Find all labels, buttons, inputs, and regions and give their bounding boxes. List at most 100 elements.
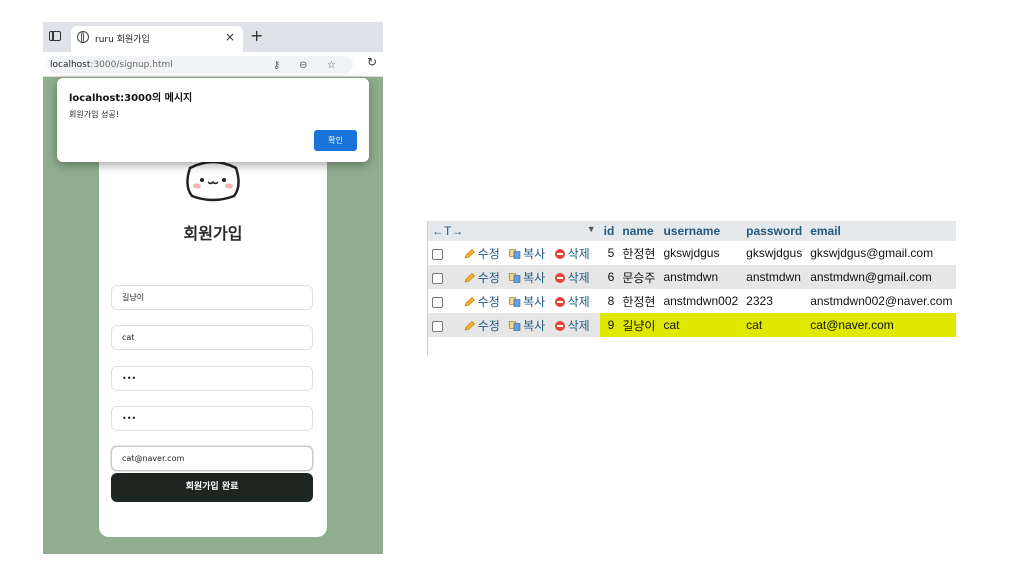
column-header-email[interactable]: email bbox=[806, 221, 957, 241]
edit-link[interactable]: 수정 bbox=[464, 271, 500, 285]
row-actions-cell: 수정 복사 삭제 bbox=[428, 289, 600, 313]
delete-icon bbox=[554, 297, 565, 308]
edit-label: 수정 bbox=[477, 270, 500, 285]
delete-label: 삭제 bbox=[567, 246, 590, 261]
column-toggle-header[interactable]: ←T→ ▼ bbox=[428, 221, 600, 241]
cell-password: cat bbox=[742, 313, 807, 337]
copy-label: 복사 bbox=[523, 246, 546, 261]
copy-icon bbox=[509, 297, 521, 308]
cell-id: 5 bbox=[599, 241, 619, 265]
row-actions-cell: 수정 복사 삭제 bbox=[428, 265, 600, 289]
url-host: localhost bbox=[50, 60, 91, 70]
signup-title: 회원가입 bbox=[183, 224, 243, 243]
cell-password: gkswjdgus bbox=[742, 241, 807, 265]
delete-link[interactable]: 삭제 bbox=[554, 270, 590, 285]
row-checkbox[interactable] bbox=[432, 296, 443, 308]
username-field[interactable]: cat bbox=[111, 325, 313, 350]
copy-link[interactable]: 복사 bbox=[509, 295, 545, 309]
alert-message: 회원가입 성공! bbox=[69, 110, 119, 119]
delete-link[interactable]: 삭제 bbox=[554, 294, 590, 309]
copy-icon bbox=[509, 273, 521, 284]
cell-username: anstmdwn bbox=[659, 265, 743, 289]
mascot-icon bbox=[186, 162, 240, 202]
cell-password: anstmdwn bbox=[742, 265, 807, 289]
signup-submit-button[interactable]: 회원가입 완료 bbox=[111, 473, 313, 502]
cell-password: 2323 bbox=[742, 289, 807, 313]
row-checkbox[interactable] bbox=[432, 248, 443, 260]
delete-label: 삭제 bbox=[567, 318, 590, 333]
delete-link[interactable]: 삭제 bbox=[554, 318, 590, 333]
tab-close-button[interactable]: × bbox=[225, 30, 235, 44]
address-bar: localhost:3000/signup.html ⚷ ⊖ ☆ ↻ bbox=[43, 52, 383, 77]
tab-title: ruru 회원가입 bbox=[95, 35, 150, 45]
alert-ok-button[interactable]: 확인 bbox=[314, 130, 357, 151]
column-header-id[interactable]: id bbox=[599, 221, 619, 241]
delete-icon bbox=[554, 273, 565, 284]
cell-username: cat bbox=[659, 313, 743, 337]
copy-icon bbox=[509, 249, 521, 260]
column-header-name[interactable]: name bbox=[618, 221, 660, 241]
password-field[interactable]: ••• bbox=[111, 366, 313, 391]
password-confirm-field[interactable]: ••• bbox=[111, 406, 313, 431]
cell-email: cat@naver.com bbox=[806, 313, 957, 337]
copy-label: 복사 bbox=[523, 270, 546, 285]
cell-email: anstmdwn002@naver.com bbox=[806, 289, 957, 313]
delete-label: 삭제 bbox=[567, 270, 590, 285]
browser-window: ruru 회원가입 × + localhost:3000/signup.html… bbox=[43, 22, 383, 554]
copy-link[interactable]: 복사 bbox=[509, 247, 545, 261]
cell-id: 9 bbox=[599, 313, 619, 337]
alert-title: localhost:3000의 메시지 bbox=[69, 93, 193, 104]
column-header-username[interactable]: username bbox=[659, 221, 743, 241]
delete-icon bbox=[554, 321, 565, 332]
name-field[interactable]: 길냥이 bbox=[111, 285, 313, 310]
cell-name: 길냥이 bbox=[618, 313, 660, 337]
cell-name: 한정현 bbox=[618, 289, 660, 313]
edit-link[interactable]: 수정 bbox=[464, 319, 500, 333]
table-row: 수정 복사 삭제 5 한정현 gkswjdgus gkswjdgus gkswj… bbox=[428, 241, 957, 265]
edit-label: 수정 bbox=[477, 294, 500, 309]
cell-name: 한정현 bbox=[618, 241, 660, 265]
row-actions-cell: 수정 복사 삭제 bbox=[428, 313, 600, 337]
cell-email: anstmdwn@gmail.com bbox=[806, 265, 957, 289]
db-table: ←T→ ▼ id name username password email 수정 … bbox=[428, 221, 957, 337]
sort-caret-icon[interactable]: ▼ bbox=[587, 224, 596, 234]
header-arrows[interactable]: ←T→ bbox=[432, 224, 463, 238]
table-row: 수정 복사 삭제 8 한정현 anstmdwn002 2323 anstmdwn… bbox=[428, 289, 957, 313]
alert-dialog: localhost:3000의 메시지 회원가입 성공! 확인 bbox=[57, 78, 369, 162]
browser-tab[interactable]: ruru 회원가입 × bbox=[71, 26, 243, 52]
reload-icon[interactable]: ↻ bbox=[367, 55, 377, 69]
cell-id: 8 bbox=[599, 289, 619, 313]
delete-icon bbox=[554, 249, 565, 260]
signup-card: 회원가입 길냥이 cat ••• ••• cat@naver.com 회원가입 … bbox=[99, 152, 327, 537]
sidebar-toggle-icon[interactable] bbox=[49, 31, 61, 41]
row-checkbox[interactable] bbox=[432, 320, 443, 332]
url-text: localhost:3000/signup.html bbox=[50, 60, 173, 70]
table-row: 수정 복사 삭제 6 문승주 anstmdwn anstmdwn anstmdw… bbox=[428, 265, 957, 289]
favorite-star-icon[interactable]: ☆ bbox=[327, 60, 336, 71]
email-field[interactable]: cat@naver.com bbox=[111, 446, 313, 471]
edit-link[interactable]: 수정 bbox=[464, 295, 500, 309]
url-field[interactable]: localhost:3000/signup.html ⚷ ⊖ ☆ bbox=[47, 56, 353, 73]
cell-id: 6 bbox=[599, 265, 619, 289]
delete-link[interactable]: 삭제 bbox=[554, 246, 590, 261]
delete-label: 삭제 bbox=[567, 294, 590, 309]
globe-icon bbox=[77, 31, 89, 43]
cell-username: gkswjdgus bbox=[659, 241, 743, 265]
cell-name: 문승주 bbox=[618, 265, 660, 289]
pencil-icon bbox=[464, 321, 475, 331]
edit-label: 수정 bbox=[477, 318, 500, 333]
cell-username: anstmdwn002 bbox=[659, 289, 743, 313]
copy-link[interactable]: 복사 bbox=[509, 271, 545, 285]
column-header-password[interactable]: password bbox=[742, 221, 807, 241]
table-header-row: ←T→ ▼ id name username password email bbox=[428, 221, 957, 241]
edit-link[interactable]: 수정 bbox=[464, 247, 500, 261]
url-path: :3000/signup.html bbox=[90, 60, 173, 70]
copy-link[interactable]: 복사 bbox=[509, 319, 545, 333]
key-icon[interactable]: ⚷ bbox=[273, 60, 280, 71]
zoom-icon[interactable]: ⊖ bbox=[299, 60, 307, 71]
new-tab-button[interactable]: + bbox=[250, 26, 263, 45]
table-row: 수정 복사 삭제 9 길냥이 cat cat cat@naver.com bbox=[428, 313, 957, 337]
row-checkbox[interactable] bbox=[432, 272, 443, 284]
pencil-icon bbox=[464, 273, 475, 283]
cell-email: gkswjdgus@gmail.com bbox=[806, 241, 957, 265]
